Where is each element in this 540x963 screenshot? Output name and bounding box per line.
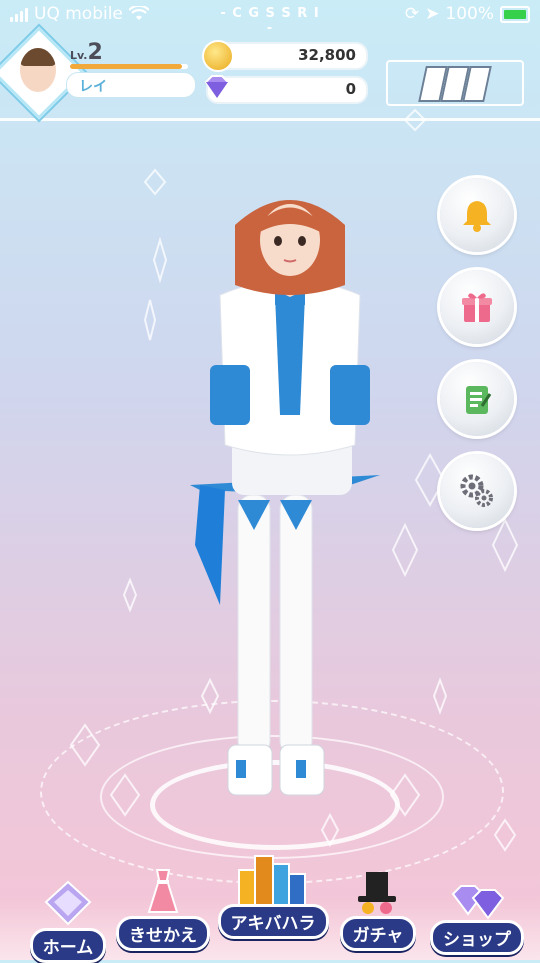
bell-icon — [463, 201, 491, 232]
nav-akihabara-label: アキバハラ — [217, 904, 329, 939]
nav-home[interactable]: ホーム — [28, 880, 108, 963]
location-icon: ➤ — [425, 4, 440, 24]
carrier-label: UQ mobile — [34, 4, 123, 24]
signal-icon — [10, 6, 28, 22]
nav-dressup[interactable]: きせかえ — [116, 866, 210, 951]
exp-bar-fill — [70, 64, 183, 69]
rotation-lock-icon: ⟳ — [404, 4, 420, 24]
nav-dressup-label: きせかえ — [116, 916, 210, 951]
coin-icon — [202, 40, 234, 72]
level-prefix: Lv. — [70, 49, 88, 62]
wifi-icon — [128, 6, 149, 20]
avatar[interactable] — [20, 48, 56, 92]
ticket-box[interactable] — [386, 60, 524, 106]
nav-gacha[interactable]: ガチャ — [338, 866, 418, 951]
level-value: 2 — [87, 40, 103, 65]
mission-button[interactable] — [440, 362, 514, 436]
gem-value: 0 — [345, 80, 356, 98]
gem-icon — [204, 75, 230, 100]
battery-label: 100% — [445, 4, 494, 24]
present-button[interactable] — [440, 270, 514, 344]
magic-hat-icon — [358, 872, 396, 914]
settings-button[interactable] — [440, 454, 514, 528]
nav-akihabara[interactable]: アキバハラ — [217, 850, 329, 939]
dress-icon — [147, 869, 179, 913]
header-divider — [0, 118, 540, 121]
nav-shop[interactable]: ショップ — [430, 880, 524, 955]
gems-icon — [451, 885, 505, 920]
player-name-pill[interactable]: レイ — [66, 72, 196, 98]
battery-icon — [500, 5, 530, 23]
gift-icon — [462, 293, 492, 322]
nav-home-label: ホーム — [29, 928, 107, 963]
nav-shop-label: ショップ — [430, 920, 524, 955]
avatar-hair — [20, 48, 56, 66]
city-icon — [238, 855, 306, 910]
gear-icon — [460, 474, 493, 507]
notification-button[interactable] — [440, 178, 514, 252]
character-model[interactable] — [180, 185, 400, 825]
game-title: - C G S S R I - — [220, 6, 320, 36]
player-name: レイ — [79, 79, 107, 95]
nav-gacha-label: ガチャ — [339, 916, 417, 951]
coin-value: 32,800 — [298, 46, 356, 64]
checklist-icon — [466, 386, 492, 414]
home-diamond-icon — [44, 880, 92, 926]
exp-bar — [70, 64, 188, 69]
status-bar: UQ mobile - C G S S R I - ⟳ ➤ 100% — [0, 0, 540, 36]
player-level: Lv.2 — [70, 40, 103, 65]
